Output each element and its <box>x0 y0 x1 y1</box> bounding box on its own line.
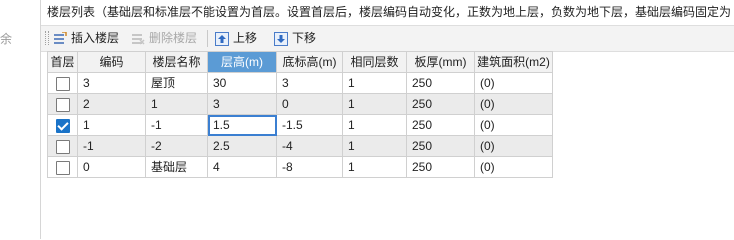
col-header-same-floor-count[interactable]: 相同层数 <box>342 51 407 73</box>
arrow-down-icon <box>274 31 288 46</box>
floor-name-cell[interactable]: -2 <box>145 135 208 157</box>
same-floor-count-cell[interactable]: 1 <box>342 135 407 157</box>
first-floor-cell <box>47 114 78 136</box>
bottom-elevation-cell[interactable]: -8 <box>276 156 343 178</box>
col-header-slab-thickness[interactable]: 板厚(mm) <box>406 51 475 73</box>
left-panel-fragment: 余 <box>0 32 13 46</box>
col-header-code[interactable]: 编码 <box>77 51 146 73</box>
delete-floor-label: 删除楼层 <box>149 31 198 45</box>
building-area-cell[interactable]: (0) <box>474 72 553 94</box>
same-floor-count-cell[interactable]: 1 <box>342 156 407 178</box>
same-floor-count-cell[interactable]: 1 <box>342 114 407 136</box>
move-down-label: 下移 <box>292 31 317 45</box>
table-row: 2 1 3 0 1 250 (0) <box>47 93 553 115</box>
floor-name-cell[interactable]: -1 <box>145 114 208 136</box>
table-header-row: 首层 编码 楼层名称 层高(m) 底标高(m) 相同层数 板厚(mm) 建筑面积… <box>47 51 553 73</box>
move-up-label: 上移 <box>233 31 258 45</box>
first-floor-checkbox[interactable] <box>55 118 70 133</box>
slab-thickness-cell[interactable]: 250 <box>406 72 475 94</box>
table-row: 0 基础层 4 -8 1 250 (0) <box>47 156 553 178</box>
insert-floor-button[interactable]: 插入楼层 <box>53 29 119 48</box>
toolbar-separator <box>207 30 208 47</box>
first-floor-cell <box>47 72 78 94</box>
building-area-cell[interactable]: (0) <box>474 114 553 136</box>
first-floor-checkbox[interactable] <box>55 97 70 112</box>
floor-table: 首层 编码 楼层名称 层高(m) 底标高(m) 相同层数 板厚(mm) 建筑面积… <box>47 51 553 178</box>
slab-thickness-cell[interactable]: 250 <box>406 135 475 157</box>
same-floor-count-cell[interactable]: 1 <box>342 93 407 115</box>
floor-height-cell[interactable]: 30 <box>207 72 277 94</box>
insert-floor-icon <box>53 30 67 46</box>
floor-height-cell-editing[interactable]: 1.5 <box>207 114 277 136</box>
floor-name-cell[interactable]: 1 <box>145 93 208 115</box>
delete-floor-icon <box>131 32 145 46</box>
building-area-cell[interactable]: (0) <box>474 135 553 157</box>
floor-height-cell[interactable]: 3 <box>207 93 277 115</box>
first-floor-checkbox[interactable] <box>55 76 70 91</box>
slab-thickness-cell[interactable]: 250 <box>406 114 475 136</box>
left-panel-edge: 余 <box>0 0 41 239</box>
building-area-cell[interactable]: (0) <box>474 156 553 178</box>
move-down-button[interactable]: 下移 <box>274 29 316 48</box>
floor-height-cell[interactable]: 2.5 <box>207 135 277 157</box>
floor-name-cell[interactable]: 基础层 <box>145 156 208 178</box>
floor-name-cell[interactable]: 屋顶 <box>145 72 208 94</box>
arrow-up-icon <box>215 31 229 46</box>
col-header-floor-height[interactable]: 层高(m) <box>207 51 277 73</box>
move-up-button[interactable]: 上移 <box>215 29 257 48</box>
slab-thickness-cell[interactable]: 250 <box>406 156 475 178</box>
bottom-elevation-cell[interactable]: -1.5 <box>276 114 343 136</box>
first-floor-checkbox[interactable] <box>55 160 70 175</box>
toolbar-grip[interactable] <box>45 31 49 45</box>
insert-floor-label: 插入楼层 <box>71 31 120 45</box>
bottom-elevation-cell[interactable]: 3 <box>276 72 343 94</box>
first-floor-cell <box>47 156 78 178</box>
col-header-floor-name[interactable]: 楼层名称 <box>145 51 208 73</box>
code-cell[interactable]: 0 <box>77 156 146 178</box>
col-header-building-area[interactable]: 建筑面积(m2) <box>474 51 553 73</box>
slab-thickness-cell[interactable]: 250 <box>406 93 475 115</box>
delete-floor-button[interactable]: 删除楼层 <box>131 29 197 48</box>
bottom-elevation-cell[interactable]: -4 <box>276 135 343 157</box>
first-floor-checkbox[interactable] <box>55 139 70 154</box>
code-cell[interactable]: 2 <box>77 93 146 115</box>
first-floor-cell <box>47 93 78 115</box>
same-floor-count-cell[interactable]: 1 <box>342 72 407 94</box>
code-cell[interactable]: 3 <box>77 72 146 94</box>
code-cell[interactable]: -1 <box>77 135 146 157</box>
toolbar: 插入楼层 删除楼层 上移 下移 <box>41 25 734 52</box>
first-floor-cell <box>47 135 78 157</box>
floor-height-cell[interactable]: 4 <box>207 156 277 178</box>
col-header-bottom-elevation[interactable]: 底标高(m) <box>276 51 343 73</box>
table-row: 3 屋顶 30 3 1 250 (0) <box>47 72 553 94</box>
bottom-elevation-cell[interactable]: 0 <box>276 93 343 115</box>
table-row-selected: 1 -1 1.5 -1.5 1 250 (0) <box>47 114 553 136</box>
building-area-cell[interactable]: (0) <box>474 93 553 115</box>
code-cell[interactable]: 1 <box>77 114 146 136</box>
table-row: -1 -2 2.5 -4 1 250 (0) <box>47 135 553 157</box>
col-header-first-floor[interactable]: 首层 <box>47 51 78 73</box>
floor-list-title: 楼层列表（基础层和标准层不能设置为首层。设置首层后，楼层编码自动变化，正数为地上… <box>47 5 732 19</box>
